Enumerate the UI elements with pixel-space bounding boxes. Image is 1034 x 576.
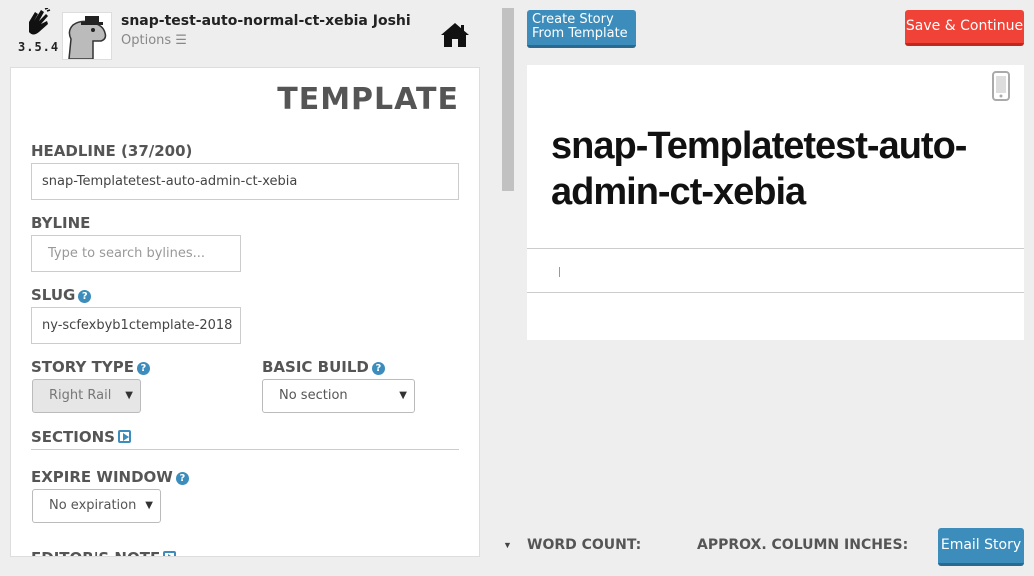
slug-label: SLUG? [31,286,92,304]
sections-label-text: SECTIONS [31,428,115,446]
save-continue-button[interactable]: Save & Continue [905,10,1024,46]
preview-divider [527,248,1024,249]
basic-build-label-text: BASIC BUILD [262,358,369,376]
byline-label: BYLINE [31,214,91,232]
panel-title: TEMPLATE [277,82,459,117]
word-count-label: WORD COUNT: [527,537,642,553]
editors-note-label: EDITOR'S NOTE [31,549,177,556]
user-story-title: snap-test-auto-normal-ct-xebia Joshi [121,13,411,29]
expand-editors-note-icon[interactable] [163,551,177,556]
preview-divider [527,292,1024,293]
expire-window-label-text: EXPIRE WINDOW [31,468,173,486]
email-story-button[interactable]: Email Story [938,528,1024,566]
divider [31,449,459,450]
app-version: 3.5.4 [18,40,60,54]
create-story-from-template-button[interactable]: Create Story From Template [527,10,636,48]
expire-window-label: EXPIRE WINDOW? [31,468,189,486]
story-type-select[interactable]: Right Rail ▼ [32,379,141,413]
story-type-help-icon[interactable]: ? [136,362,150,375]
mobile-preview-icon[interactable] [992,71,1010,106]
template-form-panel: TEMPLATE HEADLINE (37/200) snap-Template… [10,67,480,557]
expire-window-value: No expiration [49,498,137,513]
basic-build-help-icon[interactable]: ? [371,362,385,375]
basic-build-label: BASIC BUILD? [262,358,385,376]
home-icon[interactable] [440,22,470,48]
basic-build-value: No section [279,388,348,403]
editors-note-label-text: EDITOR'S NOTE [31,549,160,556]
slug-label-text: SLUG [31,286,76,304]
slug-input[interactable]: ny-scfexbyb1ctemplate-2018 [31,307,241,344]
expand-sections-icon[interactable] [117,430,131,443]
byline-search-input[interactable]: Type to search bylines... [31,235,241,272]
story-type-label: STORY TYPE? [31,358,150,376]
chevron-down-icon: ▼ [399,390,407,401]
story-type-value: Right Rail [49,388,112,403]
basic-build-select[interactable]: No section ▼ [262,379,415,413]
column-inches-label: APPROX. COLUMN INCHES: [697,537,909,553]
expire-window-help-icon[interactable]: ? [175,472,189,485]
slug-help-icon[interactable]: ? [78,290,92,303]
app-header: 3.5.4 snap-test-auto-normal-ct-xebia Jos… [0,0,480,66]
story-type-label-text: STORY TYPE [31,358,134,376]
preview-headline[interactable]: snap-Templatetest-auto-admin-ct-xebia [551,123,1001,215]
scroll-down-arrow-icon[interactable]: ▼ [503,540,512,550]
options-menu[interactable]: Options ☰ [121,33,187,48]
chevron-down-icon: ▼ [125,390,133,401]
sections-label: SECTIONS [31,428,131,446]
expire-window-select[interactable]: No expiration ▼ [32,489,161,523]
snap-hand-icon [29,8,51,35]
headline-input[interactable]: snap-Templatetest-auto-admin-ct-xebia [31,163,459,200]
dinosaur-avatar-icon [68,16,107,60]
story-preview: snap-Templatetest-auto-admin-ct-xebia [527,65,1024,340]
chevron-down-icon: ▼ [145,500,153,511]
text-cursor [559,267,560,277]
avatar[interactable] [62,12,112,60]
form-scrollbar-thumb[interactable] [502,8,514,191]
app-logo[interactable]: 3.5.4 [18,8,58,64]
headline-label: HEADLINE (37/200) [31,142,193,160]
